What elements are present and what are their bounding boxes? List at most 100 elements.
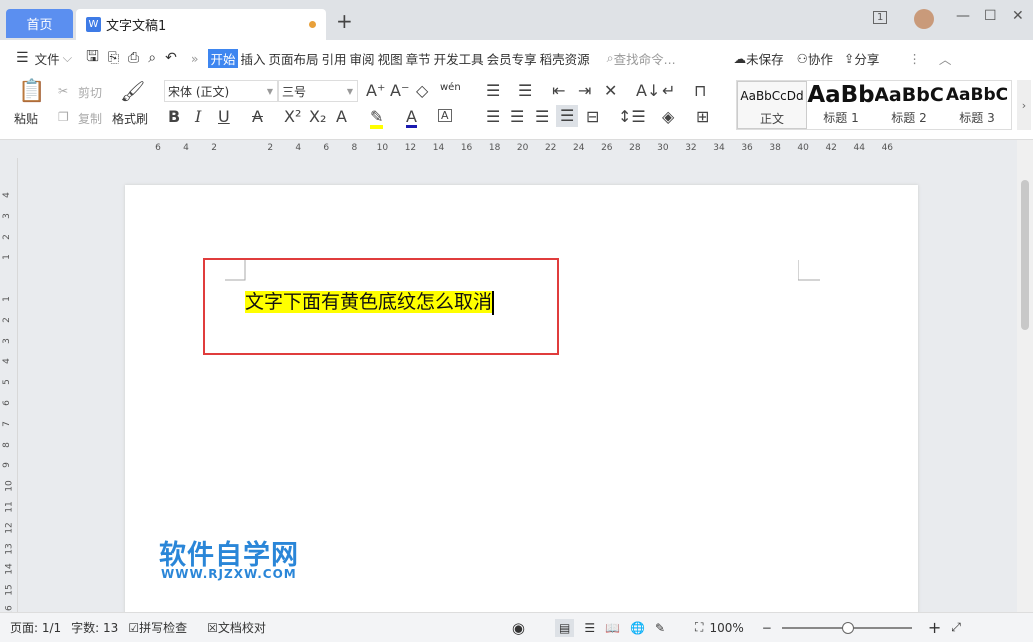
increase-indent-icon[interactable]: ⇥ — [578, 83, 591, 99]
fullscreen-icon[interactable]: ⤢ — [951, 620, 961, 635]
show-marks-icon[interactable]: ↵ — [662, 83, 675, 99]
grow-font-icon[interactable]: A⁺ — [366, 83, 385, 99]
save-icon[interactable]: 🖫 — [86, 46, 99, 71]
paste-icon[interactable]: 📋 — [18, 81, 45, 103]
underline-icon[interactable]: U — [218, 109, 230, 125]
fit-page-icon[interactable]: ⛶ — [695, 620, 703, 635]
page-count[interactable]: 页面: 1/1 — [10, 619, 61, 636]
style-heading-1[interactable]: AaBb标题 1 — [807, 81, 875, 129]
minimize-button[interactable]: — — [956, 8, 970, 24]
style-heading-2[interactable]: AaBbC标题 2 — [875, 81, 943, 129]
menu-view[interactable]: 视图 — [378, 49, 403, 68]
reading-view-icon[interactable]: 📖 — [605, 621, 620, 635]
font-size-select[interactable]: 三号▼ — [278, 80, 358, 102]
paste-button[interactable]: 粘贴 — [14, 110, 38, 127]
style-normal[interactable]: AaBbCcDd正文 — [737, 81, 807, 129]
borders-icon[interactable]: ⊞ — [696, 109, 709, 125]
tab-stops-icon[interactable]: ⊓ — [694, 83, 706, 99]
justify-icon[interactable]: ☰ — [556, 105, 578, 127]
ruler-tick-label: 4 — [284, 143, 312, 153]
shrink-font-icon[interactable]: A⁻ — [390, 83, 409, 99]
sort-icon[interactable]: A↓ — [636, 83, 660, 99]
zoom-in-button[interactable]: + — [928, 618, 941, 637]
zoom-slider[interactable] — [782, 627, 912, 629]
collab-button[interactable]: 协作 — [808, 49, 833, 68]
copy-button[interactable]: 复制 — [78, 110, 102, 127]
avatar[interactable] — [914, 9, 934, 29]
menu-references[interactable]: 引用 — [322, 49, 347, 68]
distributed-icon[interactable]: ⊟ — [586, 109, 599, 125]
share-button[interactable]: 分享 — [854, 49, 879, 68]
style-heading-3[interactable]: AaBbC标题 3 — [943, 81, 1011, 129]
tab-document[interactable]: W文字文稿1 — [76, 9, 326, 40]
menu-docer[interactable]: 稻壳资源 — [540, 49, 590, 68]
collapse-ribbon-icon[interactable]: ︿ — [939, 49, 952, 68]
horizontal-ruler[interactable]: 6422468101214161820222426283032343638404… — [0, 140, 1017, 158]
print-preview-icon[interactable]: ⌕ — [148, 50, 156, 66]
zoom-level[interactable]: 100% — [709, 621, 743, 635]
shading-icon[interactable]: ◈ — [662, 109, 674, 125]
menu-section[interactable]: 章节 — [406, 49, 431, 68]
close-button[interactable]: ✕ — [1012, 8, 1024, 24]
zoom-out-button[interactable]: − — [762, 621, 772, 635]
align-right-icon[interactable]: ☰ — [535, 109, 549, 125]
proof-button[interactable]: 文档校对 — [218, 619, 266, 636]
page-view-icon[interactable]: ▤ — [555, 619, 574, 637]
subscript-icon[interactable]: X₂ — [309, 109, 326, 125]
highlighted-text[interactable]: 文字下面有黄色底纹怎么取消 — [245, 291, 492, 313]
hamburger-icon[interactable]: ☰ — [16, 50, 29, 66]
char-border-icon[interactable]: A — [438, 109, 452, 122]
undo-icon[interactable]: ↶ — [165, 50, 177, 66]
web-view-icon[interactable]: 🌐 — [630, 621, 645, 635]
menu-review[interactable]: 审阅 — [350, 49, 375, 68]
line-spacing-icon[interactable]: ↕☰ — [618, 109, 646, 125]
document-text-line[interactable]: 文字下面有黄色底纹怎么取消 — [245, 287, 494, 315]
clear-format-icon[interactable]: ◇ — [416, 83, 428, 99]
spell-check-button[interactable]: 拼写检查 — [139, 619, 187, 636]
more-vertical-icon[interactable]: ⋮ — [908, 51, 921, 66]
menu-developer[interactable]: 开发工具 — [434, 49, 484, 68]
decrease-indent-icon[interactable]: ⇤ — [552, 83, 565, 99]
cut-button[interactable]: 剪切 — [78, 84, 102, 101]
eye-protection-icon[interactable]: ◉ — [512, 619, 525, 637]
menu-file[interactable]: 文件 — [35, 49, 60, 68]
search-command-input[interactable]: 查找命令... — [614, 49, 676, 68]
vertical-scrollbar[interactable] — [1017, 140, 1033, 612]
vertical-ruler[interactable]: 432112345678910111213141516 — [0, 158, 18, 612]
pinyin-button[interactable]: wén — [440, 82, 461, 93]
bullet-list-icon[interactable]: ☰ — [486, 83, 500, 99]
export-pdf-icon[interactable]: ⎘ — [108, 50, 119, 66]
text-effect-icon[interactable]: A — [336, 109, 347, 125]
outline-view-icon[interactable]: ☰ — [584, 621, 595, 635]
align-left-icon[interactable]: ☰ — [486, 109, 500, 125]
menu-insert[interactable]: 插入 — [241, 49, 266, 68]
writing-mode-icon[interactable]: ✎ — [655, 621, 665, 635]
menu-layout[interactable]: 页面布局 — [269, 49, 319, 68]
window-tile-button[interactable]: 1 — [873, 11, 887, 24]
superscript-icon[interactable]: X² — [284, 109, 301, 125]
strikethrough-icon[interactable]: A — [252, 109, 263, 125]
italic-icon[interactable]: I — [195, 109, 201, 125]
menu-member[interactable]: 会员专享 — [487, 49, 537, 68]
zoom-slider-handle[interactable] — [842, 622, 854, 634]
word-count[interactable]: 字数: 13 — [71, 619, 118, 636]
chinese-layout-icon[interactable]: ✕ — [604, 83, 617, 99]
styles-next-button[interactable]: › — [1017, 80, 1031, 130]
maximize-button[interactable]: ☐ — [984, 8, 997, 24]
document-page[interactable]: 文字下面有黄色底纹怎么取消 软件自学网 WWW.RJZXW.COM — [125, 185, 918, 615]
format-painter-icon[interactable]: 🖌 — [120, 81, 145, 101]
align-center-icon[interactable]: ☰ — [510, 109, 524, 125]
unsaved-status[interactable]: 未保存 — [746, 49, 784, 68]
font-family-select[interactable]: 宋体 (正文)▼ — [164, 80, 278, 102]
highlight-icon[interactable]: ✎ — [370, 109, 383, 129]
bold-icon[interactable]: B — [168, 109, 180, 125]
print-icon[interactable]: ⎙ — [128, 50, 139, 66]
tab-home[interactable]: 首页 — [6, 9, 73, 38]
new-tab-button[interactable]: + — [336, 9, 353, 33]
format-painter-button[interactable]: 格式刷 — [112, 110, 148, 127]
font-color-icon[interactable]: A — [406, 109, 417, 128]
numbered-list-icon[interactable]: ☰ — [518, 83, 532, 99]
scrollbar-thumb[interactable] — [1021, 180, 1029, 330]
more-icon[interactable]: » — [191, 51, 199, 66]
menu-start[interactable]: 开始 — [208, 49, 237, 68]
